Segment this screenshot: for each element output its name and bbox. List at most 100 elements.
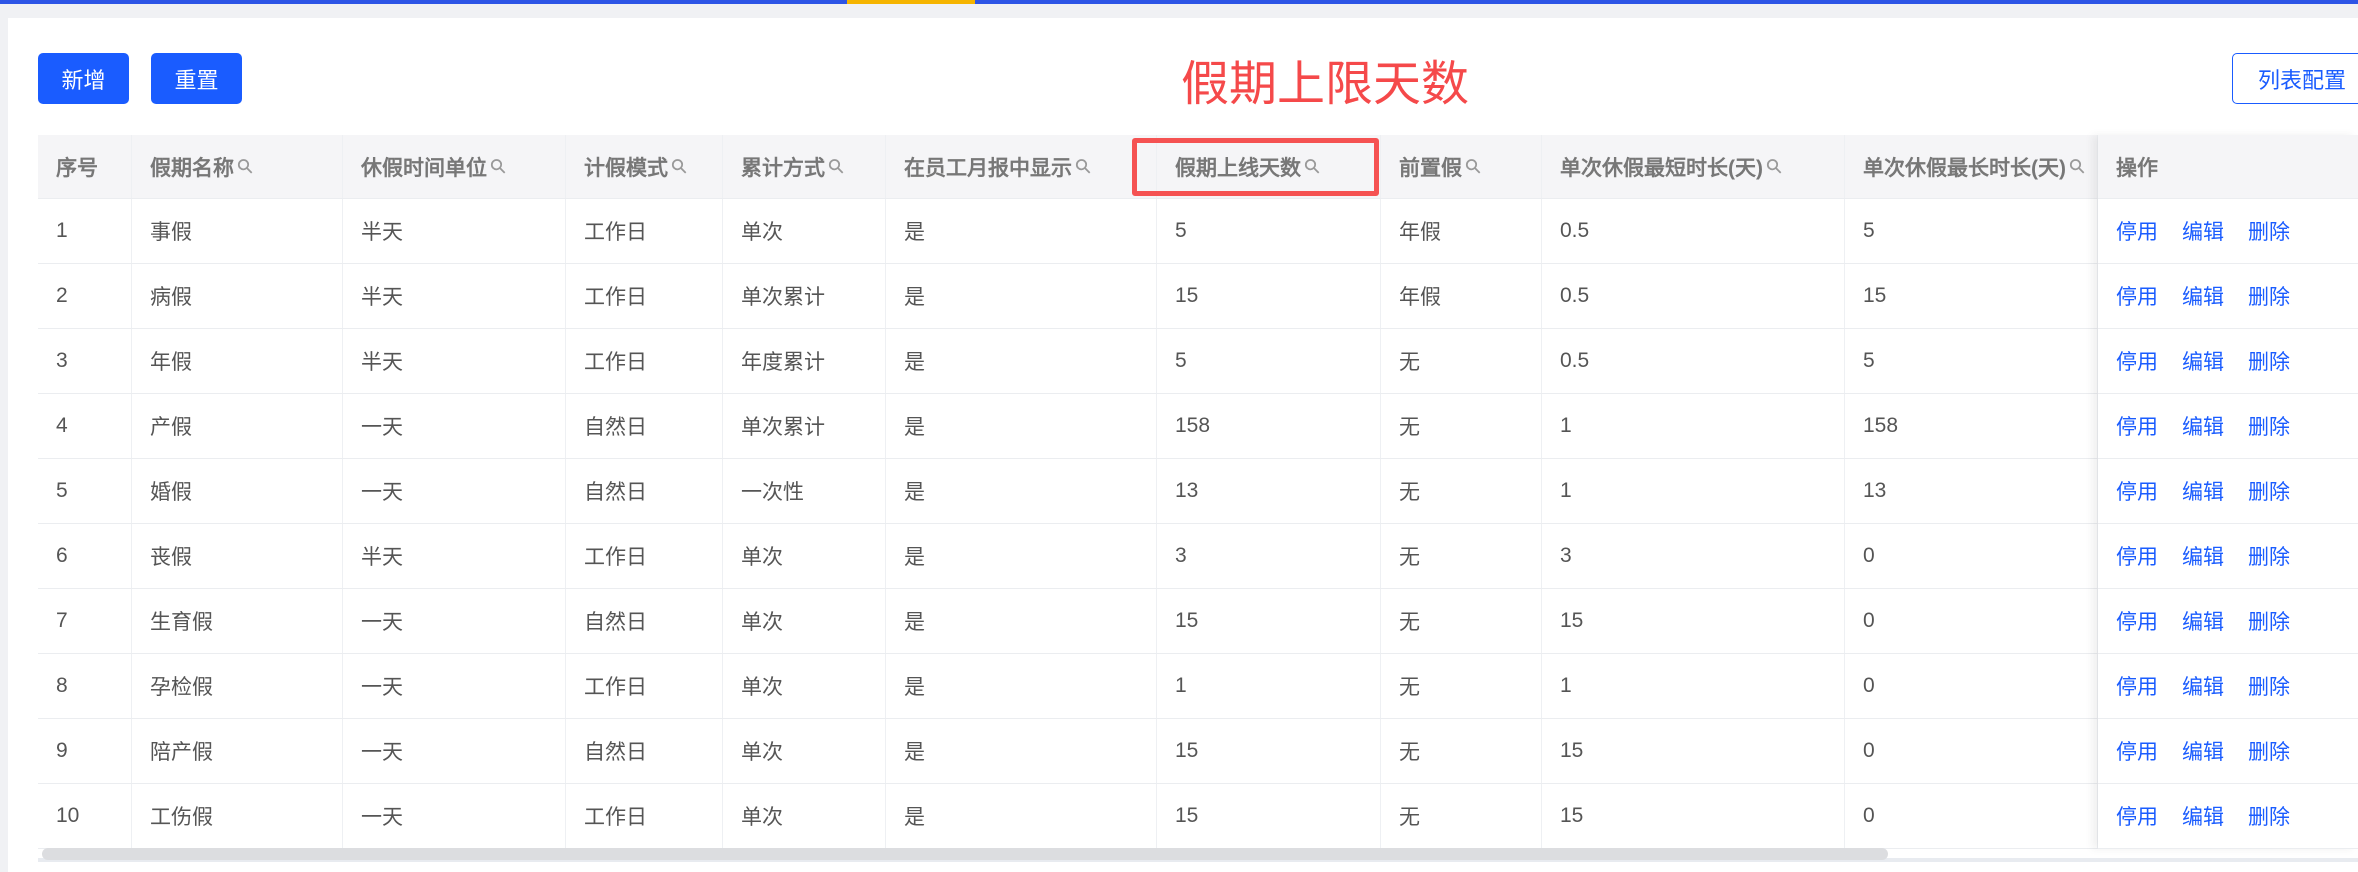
actions-cell: 停用 编辑 删除 bbox=[2098, 589, 2358, 653]
cell-max-duration: 0 bbox=[1845, 654, 2098, 718]
header-accumulation[interactable]: 累计方式 ⚲ bbox=[723, 135, 886, 198]
annotation-title: 假期上限天数 bbox=[1180, 58, 1469, 111]
edit-link[interactable]: 编辑 bbox=[2182, 216, 2224, 246]
search-icon[interactable]: ⚲ bbox=[2063, 152, 2091, 180]
header-label: 前置假 bbox=[1399, 156, 1462, 180]
disable-link[interactable]: 停用 bbox=[2116, 671, 2158, 701]
disable-link[interactable]: 停用 bbox=[2116, 541, 2158, 571]
search-icon[interactable]: ⚲ bbox=[1760, 152, 1788, 180]
cell-max-days: 13 bbox=[1157, 459, 1381, 523]
cell-leave-name: 陪产假 bbox=[132, 719, 343, 783]
actions-row: 停用 编辑 删除 bbox=[2098, 264, 2358, 329]
search-icon[interactable]: ⚲ bbox=[822, 152, 850, 180]
disable-link[interactable]: 停用 bbox=[2116, 476, 2158, 506]
header-min-duration[interactable]: 单次休假最短时长(天) ⚲ bbox=[1542, 135, 1845, 198]
actions-cell: 停用 编辑 删除 bbox=[2098, 719, 2358, 783]
cell-max-days: 158 bbox=[1157, 394, 1381, 458]
search-icon[interactable]: ⚲ bbox=[1459, 152, 1487, 180]
edit-link[interactable]: 编辑 bbox=[2182, 606, 2224, 636]
search-icon[interactable]: ⚲ bbox=[484, 152, 512, 180]
cell-min-duration: 15 bbox=[1542, 589, 1845, 653]
search-icon[interactable]: ⚲ bbox=[1069, 152, 1097, 180]
cell-count-mode: 工作日 bbox=[566, 524, 723, 588]
delete-link[interactable]: 删除 bbox=[2248, 606, 2290, 636]
actions-cell: 停用 编辑 删除 bbox=[2098, 524, 2358, 588]
cell-leave-name: 生育假 bbox=[132, 589, 343, 653]
cell-prerequisite: 年假 bbox=[1381, 264, 1542, 328]
actions-row: 停用 编辑 删除 bbox=[2098, 329, 2358, 394]
edit-link[interactable]: 编辑 bbox=[2182, 541, 2224, 571]
list-config-button[interactable]: 列表配置 bbox=[2232, 53, 2358, 104]
header-prerequisite[interactable]: 前置假 ⚲ bbox=[1381, 135, 1542, 198]
edit-link[interactable]: 编辑 bbox=[2182, 411, 2224, 441]
header-leave-name[interactable]: 假期名称 ⚲ bbox=[132, 135, 343, 198]
cell-count-mode: 工作日 bbox=[566, 784, 723, 848]
edit-link[interactable]: 编辑 bbox=[2182, 736, 2224, 766]
cell-min-duration: 1 bbox=[1542, 394, 1845, 458]
cell-show-in-report: 是 bbox=[886, 329, 1157, 393]
cell-prerequisite: 无 bbox=[1381, 589, 1542, 653]
delete-link[interactable]: 删除 bbox=[2248, 476, 2290, 506]
edit-link[interactable]: 编辑 bbox=[2182, 801, 2224, 831]
table-row: 8 孕检假 一天 工作日 单次是 1 无 1 0 bbox=[38, 654, 2358, 719]
cell-index: 9 bbox=[38, 719, 132, 783]
header-show-in-report[interactable]: 在员工月报中显示 ⚲ bbox=[886, 135, 1157, 198]
cell-max-duration: 13 bbox=[1845, 459, 2098, 523]
cell-index: 4 bbox=[38, 394, 132, 458]
disable-link[interactable]: 停用 bbox=[2116, 801, 2158, 831]
header-label: 假期名称 bbox=[150, 156, 234, 180]
edit-link[interactable]: 编辑 bbox=[2182, 281, 2224, 311]
cell-time-unit: 一天 bbox=[343, 719, 566, 783]
cell-leave-name: 年假 bbox=[132, 329, 343, 393]
cell-leave-name: 病假 bbox=[132, 264, 343, 328]
actions-header: 操作 bbox=[2098, 135, 2358, 199]
table-row: 2 病假 半天 工作日 单次累计是 15 年假 0.5 15 bbox=[38, 264, 2358, 329]
delete-link[interactable]: 删除 bbox=[2248, 541, 2290, 571]
header-max-duration[interactable]: 单次休假最长时长(天) ⚲ bbox=[1845, 135, 2098, 198]
table-row: 3 年假 半天 工作日 年度累计是 5 无 0.5 5 bbox=[38, 329, 2358, 394]
actions-column: 操作 停用 编辑 删除 停用 编辑 删除 停用 编辑 删除 停用 编辑 删除 停用 编辑 删除 停用 编辑 删除 停用… bbox=[2098, 135, 2358, 849]
disable-link[interactable]: 停用 bbox=[2116, 411, 2158, 441]
delete-link[interactable]: 删除 bbox=[2248, 736, 2290, 766]
cell-max-days: 15 bbox=[1157, 719, 1381, 783]
cell-show-in-report: 是 bbox=[886, 719, 1157, 783]
add-button[interactable]: 新增 bbox=[38, 53, 129, 104]
header-label: 单次休假最长时长(天) bbox=[1863, 156, 2066, 180]
cell-time-unit: 半天 bbox=[343, 329, 566, 393]
cell-max-duration: 5 bbox=[1845, 199, 2098, 263]
disable-link[interactable]: 停用 bbox=[2116, 606, 2158, 636]
delete-link[interactable]: 删除 bbox=[2248, 671, 2290, 701]
active-tab-indicator bbox=[847, 0, 975, 4]
cell-prerequisite: 无 bbox=[1381, 784, 1542, 848]
header-time-unit[interactable]: 休假时间单位 ⚲ bbox=[343, 135, 566, 198]
table-row: 1 事假 半天 工作日 单次是 5 年假 0.5 5 bbox=[38, 199, 2358, 264]
search-icon[interactable]: ⚲ bbox=[231, 152, 259, 180]
disable-link[interactable]: 停用 bbox=[2116, 281, 2158, 311]
delete-link[interactable]: 删除 bbox=[2248, 216, 2290, 246]
actions-cell: 停用 编辑 删除 bbox=[2098, 654, 2358, 718]
edit-link[interactable]: 编辑 bbox=[2182, 476, 2224, 506]
delete-link[interactable]: 删除 bbox=[2248, 346, 2290, 376]
delete-link[interactable]: 删除 bbox=[2248, 411, 2290, 441]
search-icon[interactable]: ⚲ bbox=[665, 152, 693, 180]
cell-min-duration: 15 bbox=[1542, 719, 1845, 783]
disable-link[interactable]: 停用 bbox=[2116, 736, 2158, 766]
leave-types-table: 序号 假期名称 ⚲ 休假时间单位 ⚲ 计假模式 ⚲ 累计方式 ⚲ 在员工月报中显示 ⚲ 假期上线天数 ⚲… bbox=[38, 135, 2358, 849]
header-count-mode[interactable]: 计假模式 ⚲ bbox=[566, 135, 723, 198]
cell-max-duration: 158 bbox=[1845, 394, 2098, 458]
delete-link[interactable]: 删除 bbox=[2248, 801, 2290, 831]
cell-accumulation: 单次 bbox=[723, 589, 886, 653]
disable-link[interactable]: 停用 bbox=[2116, 216, 2158, 246]
cell-prerequisite: 无 bbox=[1381, 654, 1542, 718]
cell-time-unit: 一天 bbox=[343, 784, 566, 848]
edit-link[interactable]: 编辑 bbox=[2182, 346, 2224, 376]
reset-button[interactable]: 重置 bbox=[151, 53, 242, 104]
delete-link[interactable]: 删除 bbox=[2248, 281, 2290, 311]
cell-min-duration: 0.5 bbox=[1542, 329, 1845, 393]
cell-show-in-report: 是 bbox=[886, 654, 1157, 718]
edit-link[interactable]: 编辑 bbox=[2182, 671, 2224, 701]
cell-accumulation: 一次性 bbox=[723, 459, 886, 523]
horizontal-scrollbar[interactable] bbox=[42, 848, 1888, 860]
header-index: 序号 bbox=[38, 135, 132, 198]
disable-link[interactable]: 停用 bbox=[2116, 346, 2158, 376]
